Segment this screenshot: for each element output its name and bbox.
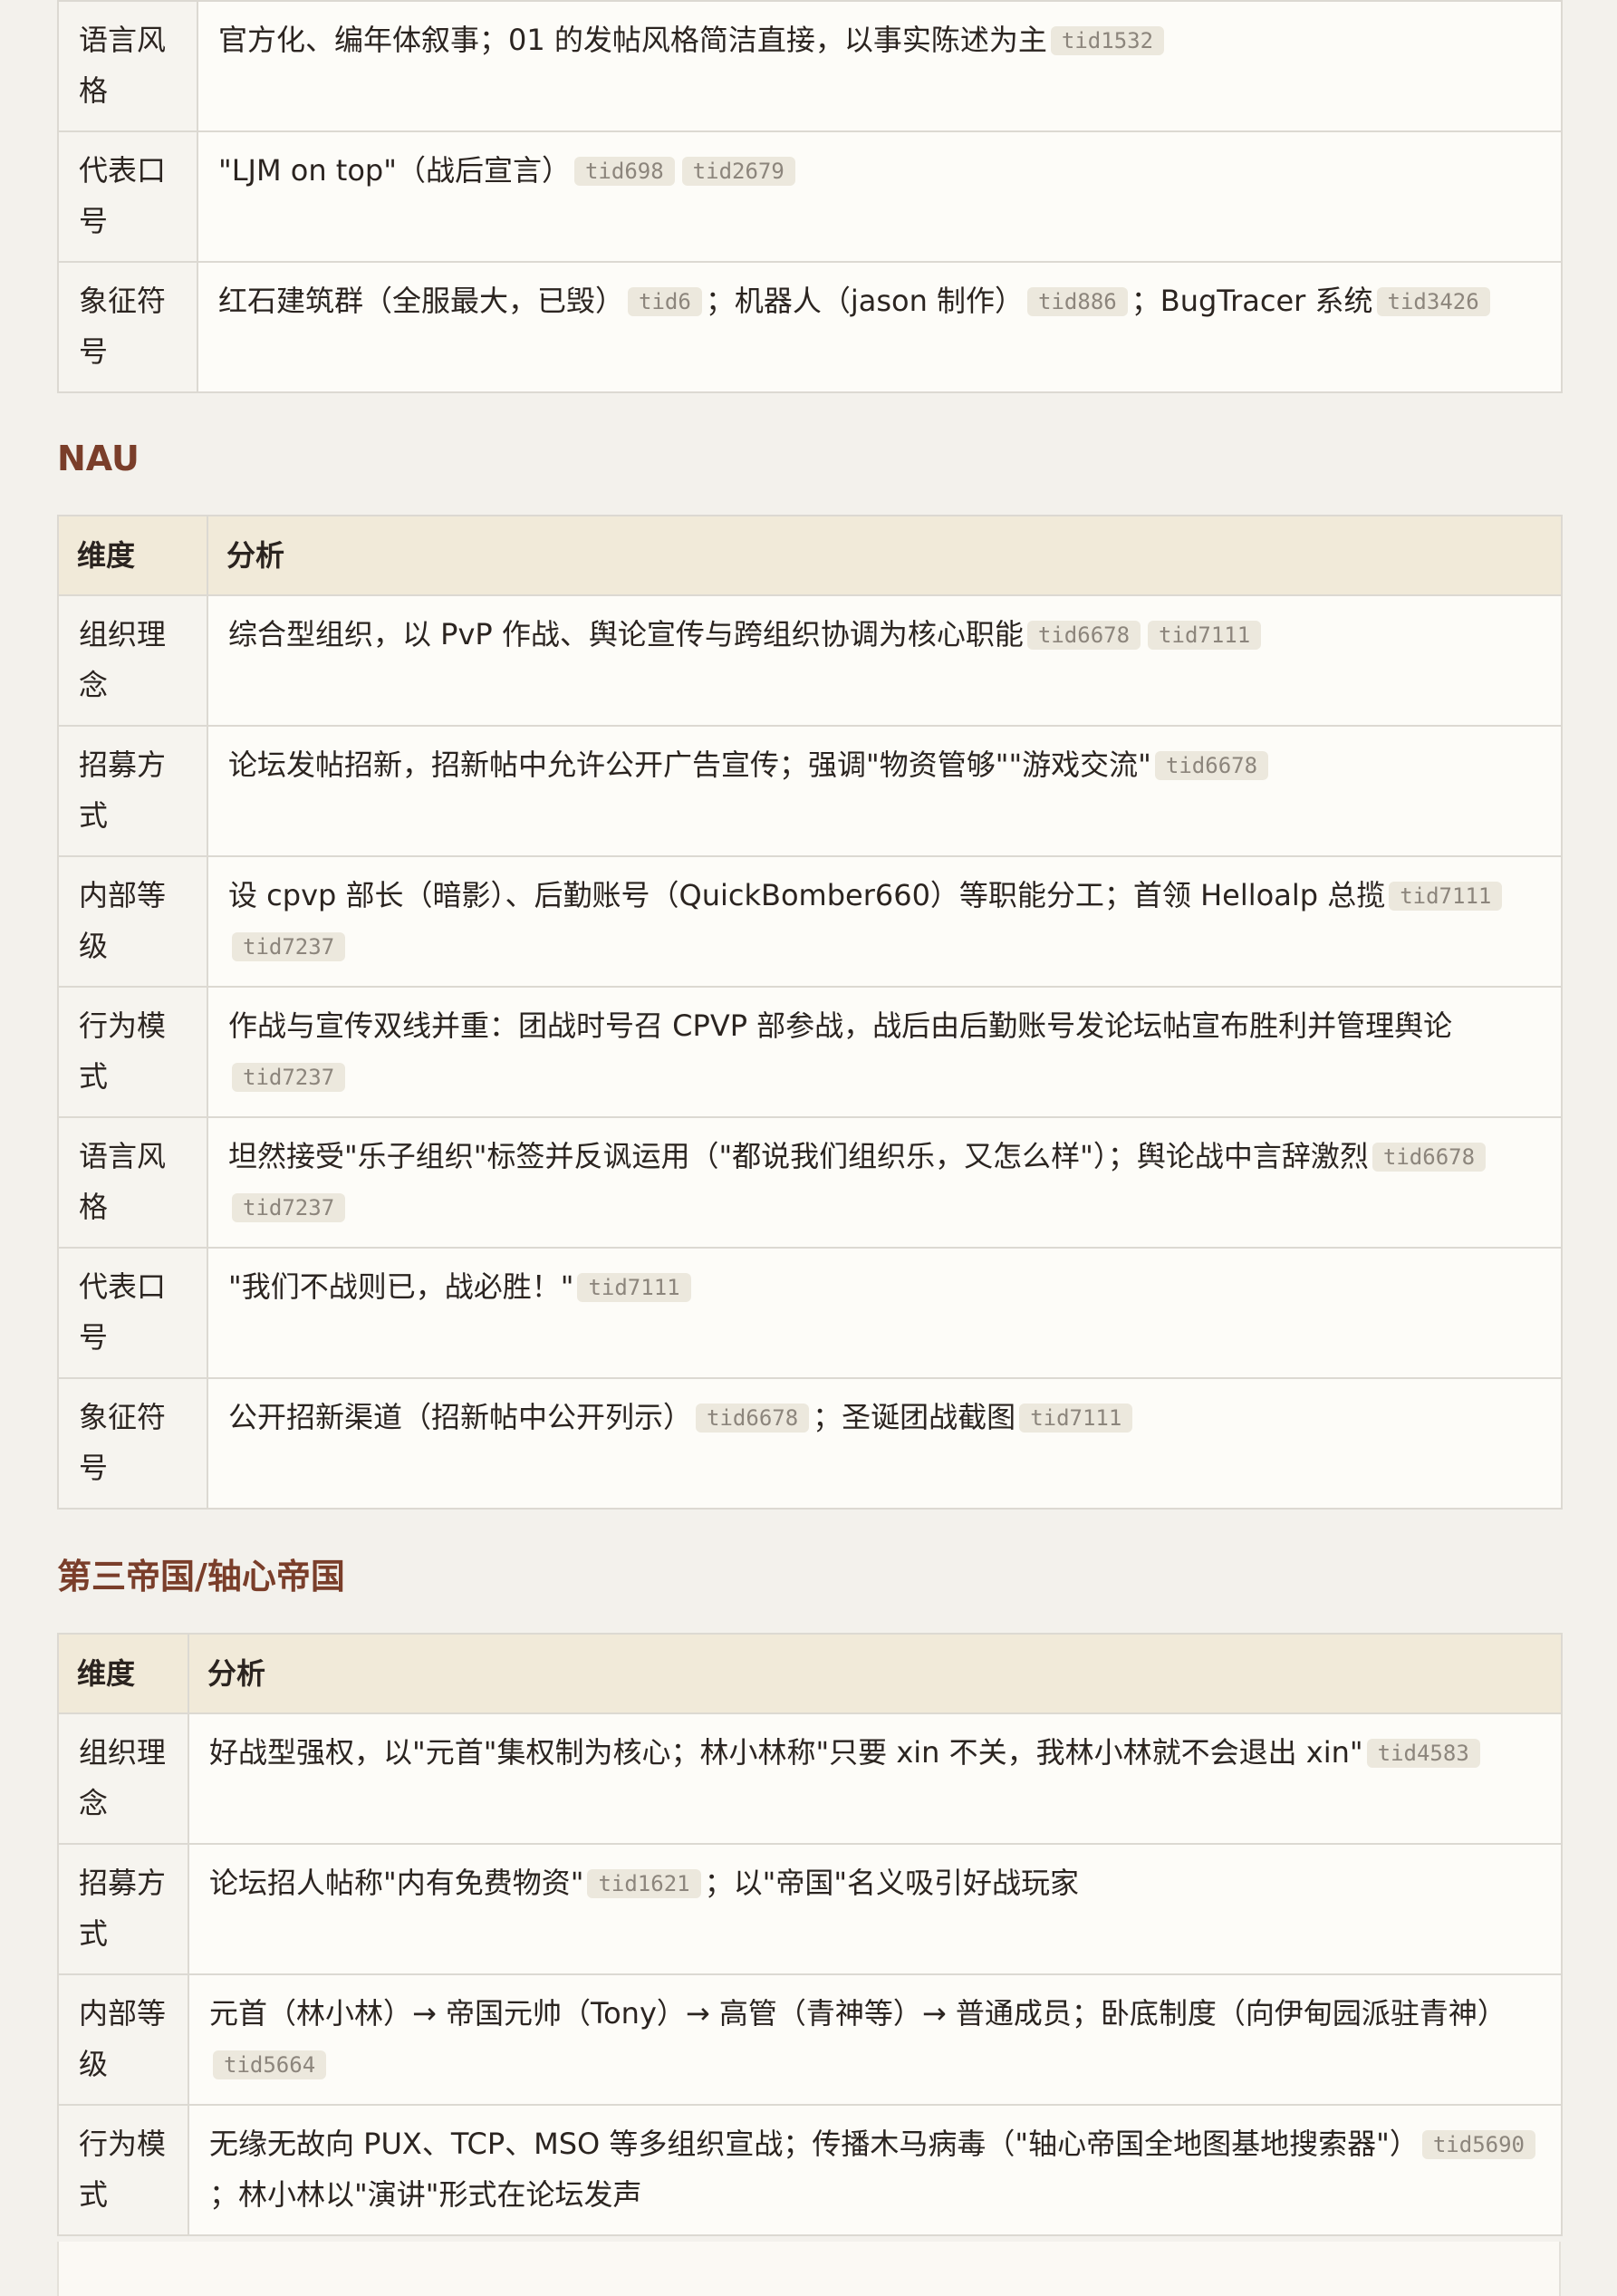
table-row: 招募方式 论坛招人帖称"内有免费物资" tid1621 ；以"帝国"名义吸引好战玩家 xyxy=(57,1843,1563,1975)
analysis-cell: "我们不战则已，战必胜！" tid7111 xyxy=(207,1247,1563,1379)
table-row: 象征符号 公开招新渠道（招新帖中公开列示） tid6678 ；圣诞团战截图 tid711… xyxy=(57,1377,1563,1510)
dimension-label: 招募方式 xyxy=(57,725,208,857)
thread-id-tag[interactable]: tid6678 xyxy=(1372,1143,1487,1172)
analysis-cell: 好战型强权，以"元首"集权制为核心；林小林称"只要 xin 不关，我林小林就不会… xyxy=(188,1712,1563,1845)
analysis-text: 综合型组织，以 PvP 作战、舆论宣传与跨组织协调为核心职能 xyxy=(228,617,1024,651)
analysis-text: 官方化、编年体叙事；01 的发帖风格简洁直接，以事实陈述为主 xyxy=(218,23,1047,57)
analysis-text: "我们不战则已，战必胜！" xyxy=(228,1269,574,1304)
table-row: 招募方式 论坛发帖招新，招新帖中允许公开广告宣传；强调"物资管够""游戏交流" ti… xyxy=(57,725,1563,857)
thread-id-tag[interactable]: tid6678 xyxy=(696,1404,810,1433)
analysis-text: ；机器人（jason 制作） xyxy=(705,284,1025,318)
analysis-text: 作战与宣传双线并重：团战时号召 CPVP 部参战，战后由后勤账号发论坛帖宣布胜利… xyxy=(228,1008,1453,1043)
analysis-text: ；圣诞团战截图 xyxy=(813,1400,1016,1434)
dimension-label: 组织理念 xyxy=(57,1712,189,1845)
thread-id-tag[interactable]: tid2679 xyxy=(681,157,795,186)
analysis-text: ；林小林以"演讲"形式在论坛发声 xyxy=(209,2177,642,2212)
analysis-text: 设 cpvp 部长（暗影）、后勤账号（QuickBomber660）等职能分工；… xyxy=(228,878,1386,912)
analysis-cell: 坦然接受"乐子组织"标签并反讽运用（"都说我们组织乐，又怎么样"）；舆论战中言辞… xyxy=(207,1116,1563,1249)
prev-org-table-block: 语言风格 官方化、编年体叙事；01 的发帖风格简洁直接，以事实陈述为主 tid153… xyxy=(57,0,1563,393)
prev-org-analysis-table: 语言风格 官方化、编年体叙事；01 的发帖风格简洁直接，以事实陈述为主 tid153… xyxy=(57,0,1563,393)
dimension-label: 象征符号 xyxy=(57,261,198,393)
section-heading-reich: 第三帝国/轴心帝国 xyxy=(57,1557,345,1597)
analysis-cell: "LJM on top"（战后宣言） tid698 tid2679 xyxy=(197,130,1563,263)
dimension-label: 语言风格 xyxy=(57,1116,208,1249)
table-row: 组织理念 综合型组织，以 PvP 作战、舆论宣传与跨组织协调为核心职能 tid667… xyxy=(57,594,1563,727)
column-header-dimension: 维度 xyxy=(57,1633,189,1714)
thread-id-tag[interactable]: tid7237 xyxy=(232,932,346,961)
thread-id-tag[interactable]: tid7237 xyxy=(232,1063,346,1092)
analysis-text: 坦然接受"乐子组织"标签并反讽运用（"都说我们组织乐，又怎么样"）；舆论战中言辞… xyxy=(228,1139,1369,1173)
analysis-text: 无缘无故向 PUX、TCP、MSO 等多组织宣战；传播木马病毒（"轴心帝国全地图… xyxy=(209,2127,1419,2161)
reich-analysis-table: 维度 分析 组织理念 好战型强权，以"元首"集权制为核心；林小林称"只要 xin … xyxy=(57,1633,1563,2236)
thread-id-tag[interactable]: tid3426 xyxy=(1376,287,1490,316)
thread-id-tag[interactable]: tid7237 xyxy=(232,1193,346,1222)
analysis-text: "LJM on top"（战后宣言） xyxy=(218,153,571,188)
analysis-cell: 作战与宣传双线并重：团战时号召 CPVP 部参战，战后由后勤账号发论坛帖宣布胜利… xyxy=(207,986,1563,1118)
dimension-label: 语言风格 xyxy=(57,0,198,132)
thread-id-tag[interactable]: tid5664 xyxy=(213,2050,327,2079)
thread-id-tag[interactable]: tid7111 xyxy=(1019,1404,1133,1433)
section-heading-nau: NAU xyxy=(57,439,140,478)
table-row: 组织理念 好战型强权，以"元首"集权制为核心；林小林称"只要 xin 不关，我林小… xyxy=(57,1712,1563,1845)
thread-id-tag[interactable]: tid4583 xyxy=(1366,1739,1480,1768)
column-header-analysis: 分析 xyxy=(188,1633,1563,1714)
dimension-label: 代表口号 xyxy=(57,1247,208,1379)
table-row: 代表口号 "我们不战则已，战必胜！" tid7111 xyxy=(57,1247,1563,1379)
table-row: 语言风格 坦然接受"乐子组织"标签并反讽运用（"都说我们组织乐，又怎么样"）；舆论… xyxy=(57,1116,1563,1249)
nau-analysis-table: 维度 分析 组织理念 综合型组织，以 PvP 作战、舆论宣传与跨组织协调为核心职能… xyxy=(57,515,1563,1510)
analysis-cell: 综合型组织，以 PvP 作战、舆论宣传与跨组织协调为核心职能 tid6678 tid… xyxy=(207,594,1563,727)
thread-id-tag[interactable]: tid6678 xyxy=(1154,751,1269,780)
analysis-cell: 论坛招人帖称"内有免费物资" tid1621 ；以"帝国"名义吸引好战玩家 xyxy=(188,1843,1563,1975)
analysis-cell: 无缘无故向 PUX、TCP、MSO 等多组织宣战；传播木马病毒（"轴心帝国全地图… xyxy=(188,2104,1563,2236)
dimension-label: 行为模式 xyxy=(57,986,208,1118)
thread-id-tag[interactable]: tid1532 xyxy=(1050,26,1165,55)
analysis-text: 论坛招人帖称"内有免费物资" xyxy=(209,1866,584,1900)
dimension-label: 内部等级 xyxy=(57,855,208,988)
thread-id-tag[interactable]: tid7111 xyxy=(577,1273,691,1302)
reich-table-block: 维度 分析 组织理念 好战型强权，以"元首"集权制为核心；林小林称"只要 xin … xyxy=(57,1633,1563,2236)
analysis-text: ；以"帝国"名义吸引好战玩家 xyxy=(704,1866,1080,1900)
analysis-text: ；BugTracer 系统 xyxy=(1131,284,1373,318)
dimension-label: 内部等级 xyxy=(57,1973,189,2106)
table-row: 行为模式 作战与宣传双线并重：团战时号召 CPVP 部参战，战后由后勤账号发论坛帖… xyxy=(57,986,1563,1118)
thread-id-tag[interactable]: tid7111 xyxy=(1389,882,1503,911)
dimension-label: 招募方式 xyxy=(57,1843,189,1975)
table-row: 内部等级 元首（林小林）→ 帝国元帅（Tony）→ 高管（青神等）→ 普通成员；卧… xyxy=(57,1973,1563,2106)
analysis-cell: 公开招新渠道（招新帖中公开列示） tid6678 ；圣诞团战截图 tid7111 xyxy=(207,1377,1563,1510)
thread-id-tag[interactable]: tid7111 xyxy=(1148,621,1262,650)
analysis-cell: 红石建筑群（全服最大，已毁） tid6 ；机器人（jason 制作） tid886 ；B… xyxy=(197,261,1563,393)
analysis-text: 好战型强权，以"元首"集权制为核心；林小林称"只要 xin 不关，我林小林就不会… xyxy=(209,1735,1363,1770)
thread-id-tag[interactable]: tid698 xyxy=(573,157,675,186)
column-header-dimension: 维度 xyxy=(57,515,208,596)
table-row: 象征符号 红石建筑群（全服最大，已毁） tid6 ；机器人（jason 制作） tid8… xyxy=(57,261,1563,393)
dimension-label: 组织理念 xyxy=(57,594,208,727)
thread-id-tag[interactable]: tid6 xyxy=(628,287,702,316)
table-row: 代表口号 "LJM on top"（战后宣言） tid698 tid2679 xyxy=(57,130,1563,263)
thread-id-tag[interactable]: tid5690 xyxy=(1421,2130,1536,2159)
thread-id-tag[interactable]: tid6678 xyxy=(1026,621,1141,650)
thread-id-tag[interactable]: tid886 xyxy=(1027,287,1128,316)
table-row: 语言风格 官方化、编年体叙事；01 的发帖风格简洁直接，以事实陈述为主 tid153… xyxy=(57,0,1563,132)
column-header-analysis: 分析 xyxy=(207,515,1563,596)
analysis-cell: 元首（林小林）→ 帝国元帅（Tony）→ 高管（青神等）→ 普通成员；卧底制度（… xyxy=(188,1973,1563,2106)
analysis-text: 红石建筑群（全服最大，已毁） xyxy=(218,284,625,318)
analysis-text: 元首（林小林）→ 帝国元帅（Tony）→ 高管（青神等）→ 普通成员；卧底制度（… xyxy=(209,1996,1506,2031)
dimension-label: 象征符号 xyxy=(57,1377,208,1510)
analysis-cell: 官方化、编年体叙事；01 的发帖风格简洁直接，以事实陈述为主 tid1532 xyxy=(197,0,1563,132)
analysis-cell: 论坛发帖招新，招新帖中允许公开广告宣传；强调"物资管够""游戏交流" tid667… xyxy=(207,725,1563,857)
analysis-cell: 设 cpvp 部长（暗影）、后勤账号（QuickBomber660）等职能分工；… xyxy=(207,855,1563,988)
thread-id-tag[interactable]: tid1621 xyxy=(587,1869,701,1898)
table-row: 内部等级设 cpvp 部长（暗影）、后勤账号（QuickBomber660）等职… xyxy=(57,855,1563,988)
analysis-text: 论坛发帖招新，招新帖中允许公开广告宣传；强调"物资管够""游戏交流" xyxy=(228,748,1151,782)
dimension-label: 行为模式 xyxy=(57,2104,189,2236)
analysis-text: 公开招新渠道（招新帖中公开列示） xyxy=(228,1400,693,1434)
next-table-edge xyxy=(57,2242,1561,2296)
table-row: 行为模式 无缘无故向 PUX、TCP、MSO 等多组织宣战；传播木马病毒（"轴心帝… xyxy=(57,2104,1563,2236)
nau-table-block: 维度 分析 组织理念 综合型组织，以 PvP 作战、舆论宣传与跨组织协调为核心职能… xyxy=(57,515,1563,1510)
dimension-label: 代表口号 xyxy=(57,130,198,263)
